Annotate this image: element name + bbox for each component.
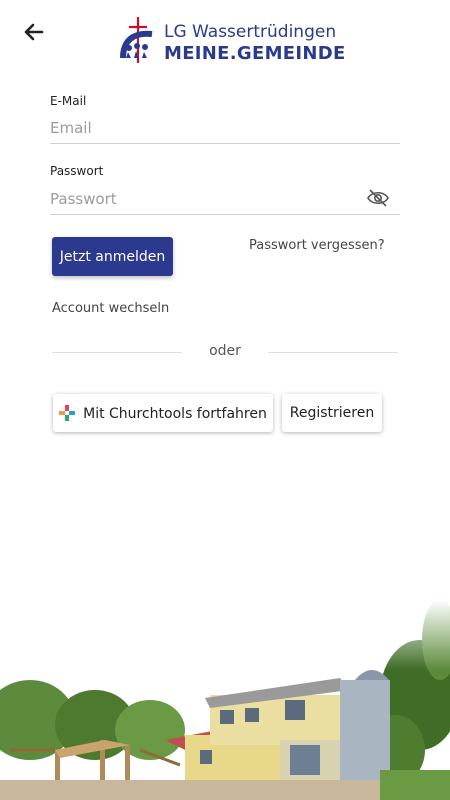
email-input[interactable] [50,113,400,144]
forgot-password-link[interactable]: Passwort vergessen? [249,238,385,253]
divider-text: oder [209,343,241,359]
eye-off-icon[interactable] [366,188,390,208]
switch-account-link[interactable]: Account wechseln [52,301,169,316]
church-building-photo [0,600,450,800]
logo-subtitle: MEINE.GEMEINDE [164,43,346,64]
register-button[interactable]: Registrieren [282,394,382,432]
divider-right [268,352,398,353]
back-arrow-icon[interactable] [20,18,48,46]
password-label: Passwort [50,164,104,178]
logo-title: LG Wassertrüdingen [164,22,337,42]
churchtools-button-label: Mit Churchtools fortfahren [83,405,267,422]
app-logo: LG Wassertrüdingen MEINE.GEMEINDE [120,14,350,66]
logo-mark-icon [120,17,153,63]
churchtools-button[interactable]: Mit Churchtools fortfahren [53,394,273,432]
churchtools-icon [59,404,76,421]
email-label: E-Mail [50,94,87,108]
divider-left [52,352,182,353]
login-button[interactable]: Jetzt anmelden [52,237,173,276]
password-input[interactable] [50,184,400,215]
